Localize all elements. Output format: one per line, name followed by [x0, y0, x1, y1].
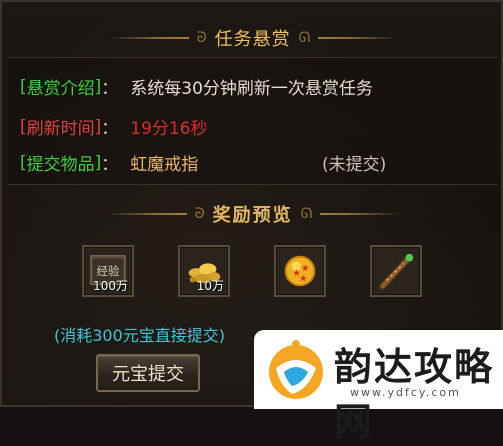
refresh-label: 刷新时间 [26, 119, 95, 139]
item-row: [提交物品] ： 虹魔戒指 [20, 150, 199, 176]
reward-count: 100万 [93, 279, 128, 293]
panel-title: 任务悬赏 [214, 29, 291, 50]
site-logo-icon [262, 334, 330, 406]
rewards-header: ᘐ 奖励预览 ᘏ [2, 194, 503, 234]
reward-count: 10万 [196, 279, 224, 293]
star-orb-icon: ★ ★ ★ [279, 250, 321, 292]
item-label: 提交物品 [26, 155, 95, 175]
ingot-submit-button[interactable]: 元宝提交 [96, 354, 200, 392]
dagger-icon [375, 250, 417, 292]
divider-right [318, 37, 399, 39]
intro-label: 悬赏介绍 [26, 79, 95, 99]
svg-text:★: ★ [301, 263, 310, 274]
divider-left [106, 213, 187, 215]
scroll-ornament-icon: ᘐ [194, 206, 205, 222]
scroll-ornament-icon: ᘏ [300, 206, 313, 222]
panel-header: ᘐ 任务悬赏 ᘏ [2, 18, 503, 58]
cost-note: (消耗300元宝直接提交) [54, 326, 226, 345]
reward-slot-exp[interactable]: 经验 100万 [82, 245, 134, 297]
intro-row: [悬赏介绍] ： 系统每30分钟刷新一次悬赏任务 [20, 74, 373, 100]
divider-left [108, 37, 189, 39]
exp-icon-text: 经验 [97, 264, 120, 278]
svg-text:★: ★ [299, 274, 308, 285]
reward-slot-weapon[interactable] [370, 245, 422, 297]
intro-value: 系统每30分钟刷新一次悬赏任务 [130, 79, 373, 99]
watermark-url: www.ydfcy.com [350, 386, 461, 399]
reward-slot-gold[interactable]: 10万 [178, 245, 230, 297]
item-value: 虹魔戒指 [130, 155, 199, 175]
rewards-title: 奖励预览 [212, 205, 293, 226]
scroll-ornament-icon: ᘏ [298, 30, 311, 46]
reward-slot-orb[interactable]: ★ ★ ★ [274, 245, 326, 297]
item-status: (未提交) [322, 155, 387, 175]
refresh-row: [刷新时间] ： 19分16秒 [20, 114, 208, 140]
scroll-ornament-icon: ᘐ [196, 30, 207, 46]
refresh-timer: 19分16秒 [130, 119, 208, 139]
divider-right [320, 213, 401, 215]
quest-bounty-panel: ᘐ 任务悬赏 ᘏ [悬赏介绍] ： 系统每30分钟刷新一次悬赏任务 [刷新时间]… [0, 0, 503, 444]
watermark: 韵达攻略网 www.ydfcy.com [254, 330, 503, 444]
